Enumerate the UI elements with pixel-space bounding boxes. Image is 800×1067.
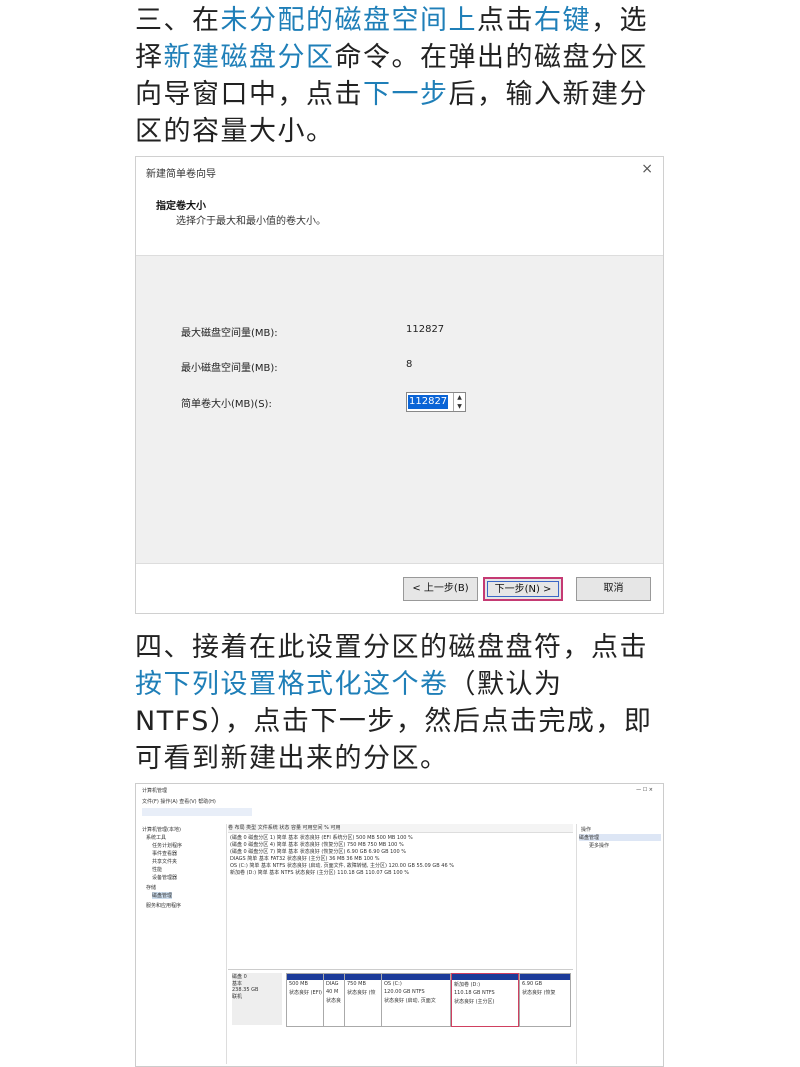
new-simple-volume-wizard: 新建简单卷向导 × 指定卷大小 选择介于最大和最小值的卷大小。 最大磁盘空间量(…: [135, 156, 664, 614]
table-header: 卷 布局 类型 文件系统 状态 容量 可用空间 % 可用: [228, 824, 573, 833]
dialog-body: 最大磁盘空间量(MB): 112827 最小磁盘空间量(MB): 8 简单卷大小…: [136, 255, 663, 564]
table-row[interactable]: OS (C:) 简单 基本 NTFS 状态良好 (启动, 页面文件, 故障转储,…: [230, 862, 454, 869]
min-space-value: 8: [406, 359, 413, 370]
partition-block[interactable]: 750 MB 状态良好 (恢: [344, 973, 382, 1027]
next-button[interactable]: 下一步(N) >: [483, 577, 563, 601]
instruction-paragraph-1: 三、在未分配的磁盘空间上点击右键，选择新建磁盘分区命令。在弹出的磁盘分区向导窗口…: [135, 2, 675, 150]
partition-status: 状态良好 (EFI): [289, 990, 323, 996]
partition-block[interactable]: OS (C:) 120.00 GB NTFS 状态良好 (启动, 页面文: [381, 973, 451, 1027]
disk-info: 磁盘 0 基本 238.35 GB 联机: [232, 973, 282, 1025]
highlight-text: 新建磁盘分区: [163, 42, 335, 73]
volume-size-input[interactable]: 112827: [408, 395, 449, 409]
highlight-text: 按下列设置格式化这个卷: [135, 669, 449, 700]
instruction-paragraph-2: 四、接着在此设置分区的磁盘盘符，点击按下列设置格式化这个卷（默认为NTFS），点…: [135, 629, 675, 777]
tree-item[interactable]: 设备管理器: [152, 874, 177, 881]
back-button[interactable]: < 上一步(B): [403, 577, 478, 601]
highlight-text: 未分配的磁盘空间上: [220, 5, 477, 36]
spinner-arrows[interactable]: ▲ ▼: [453, 393, 465, 411]
partition-name: OS (C:): [384, 981, 402, 987]
more-actions-link[interactable]: 更多操作: [589, 842, 609, 849]
highlight-text: 下一步: [363, 79, 449, 110]
actions-title: 操作: [581, 827, 592, 833]
text: 点击: [477, 5, 534, 36]
volume-table: 卷 布局 类型 文件系统 状态 容量 可用空间 % 可用 (磁盘 0 磁盘分区 …: [228, 824, 573, 970]
partition-size: 750 MB: [347, 981, 366, 987]
tree-item[interactable]: 系统工具: [146, 834, 166, 841]
cancel-button[interactable]: 取消: [576, 577, 651, 601]
table-row[interactable]: (磁盘 0 磁盘分区 4) 简单 基本 状态良好 (恢复分区) 750 MB 7…: [230, 841, 404, 848]
tree-item[interactable]: 事件查看器: [152, 850, 177, 857]
tree-item[interactable]: 计算机管理(本地): [142, 826, 181, 833]
text: 三、在: [135, 5, 221, 36]
menu-bar[interactable]: 文件(F) 操作(A) 查看(V) 帮助(H): [142, 798, 216, 805]
volume-size-label: 简单卷大小(MB)(S):: [181, 399, 272, 410]
tree-item[interactable]: 性能: [152, 866, 162, 873]
partition-size: 500 MB: [289, 981, 308, 987]
partition-size: 40 M: [326, 989, 339, 995]
disk-type: 基本: [232, 981, 243, 987]
dialog-title: 新建简单卷向导: [146, 169, 216, 180]
partition-block[interactable]: 500 MB 状态良好 (EFI): [286, 973, 324, 1027]
chevron-down-icon[interactable]: ▼: [457, 403, 462, 410]
max-space-value: 112827: [406, 324, 445, 335]
partition-name: 新加卷 (D:): [454, 982, 481, 988]
actions-pane: 操作 磁盘管理 更多操作: [576, 824, 663, 1064]
table-row[interactable]: DIAGS 简单 基本 FAT32 状态良好 (主分区) 36 MB 36 MB…: [230, 855, 379, 862]
partition-status: 状态良好 (恢复: [522, 990, 556, 996]
tree-item[interactable]: 服务和应用程序: [146, 902, 181, 909]
partition-status: 状态良好 (恢: [347, 990, 376, 996]
chevron-up-icon[interactable]: ▲: [457, 394, 462, 401]
next-button-label: 下一步(N) >: [487, 581, 559, 597]
disk-name: 磁盘 0: [232, 974, 247, 980]
dialog-description: 选择介于最大和最小值的卷大小。: [176, 216, 326, 227]
dialog-heading: 指定卷大小: [156, 201, 206, 212]
partition-size: 110.18 GB NTFS: [454, 990, 495, 996]
tree-item-selected[interactable]: 磁盘管理: [152, 892, 173, 899]
partition-status: 状态良好 (启动, 页面文: [384, 998, 436, 1004]
tree-item[interactable]: 任务计划程序: [152, 842, 182, 849]
table-row[interactable]: (磁盘 0 磁盘分区 1) 简单 基本 状态良好 (EFI 系统分区) 500 …: [230, 834, 413, 841]
window-controls[interactable]: — ☐ ×: [636, 787, 653, 793]
tree-item[interactable]: 存储: [146, 884, 156, 891]
partition-block-new[interactable]: 新加卷 (D:) 110.18 GB NTFS 状态良好 (主分区): [451, 973, 519, 1027]
partition-status: 状态良: [326, 998, 342, 1004]
max-space-label: 最大磁盘空间量(MB):: [181, 328, 278, 339]
table-row[interactable]: (磁盘 0 磁盘分区 7) 简单 基本 状态良好 (恢复分区) 6.90 GB …: [230, 848, 406, 855]
nav-tree: 计算机管理(本地) 系统工具 任务计划程序 事件查看器 共享文件夹 性能 设备管…: [138, 824, 227, 1064]
partition-name: DIAG: [326, 981, 339, 987]
volume-size-spinner[interactable]: 112827 ▲ ▼: [406, 392, 466, 412]
toolbar[interactable]: [142, 808, 252, 816]
partition-status: 状态良好 (主分区): [454, 999, 495, 1005]
partition-size: 120.00 GB NTFS: [384, 989, 425, 995]
partition-size: 6.90 GB: [522, 981, 543, 987]
highlight-text: 右键: [534, 5, 591, 36]
min-space-label: 最小磁盘空间量(MB):: [181, 363, 278, 374]
actions-item[interactable]: 磁盘管理: [579, 834, 661, 841]
computer-management-window: 计算机管理 — ☐ × 文件(F) 操作(A) 查看(V) 帮助(H) 计算机管…: [135, 783, 664, 1067]
disk-status: 联机: [232, 994, 243, 1000]
table-row[interactable]: 新加卷 (D:) 简单 基本 NTFS 状态良好 (主分区) 110.18 GB…: [230, 869, 409, 876]
tree-item[interactable]: 共享文件夹: [152, 858, 177, 865]
text: 四、接着在此设置分区的磁盘盘符，点击: [135, 632, 648, 663]
close-icon[interactable]: ×: [641, 161, 653, 177]
partition-block[interactable]: 6.90 GB 状态良好 (恢复: [519, 973, 571, 1027]
partition-block[interactable]: DIAG 40 M 状态良: [323, 973, 345, 1027]
window-title: 计算机管理: [142, 788, 168, 794]
